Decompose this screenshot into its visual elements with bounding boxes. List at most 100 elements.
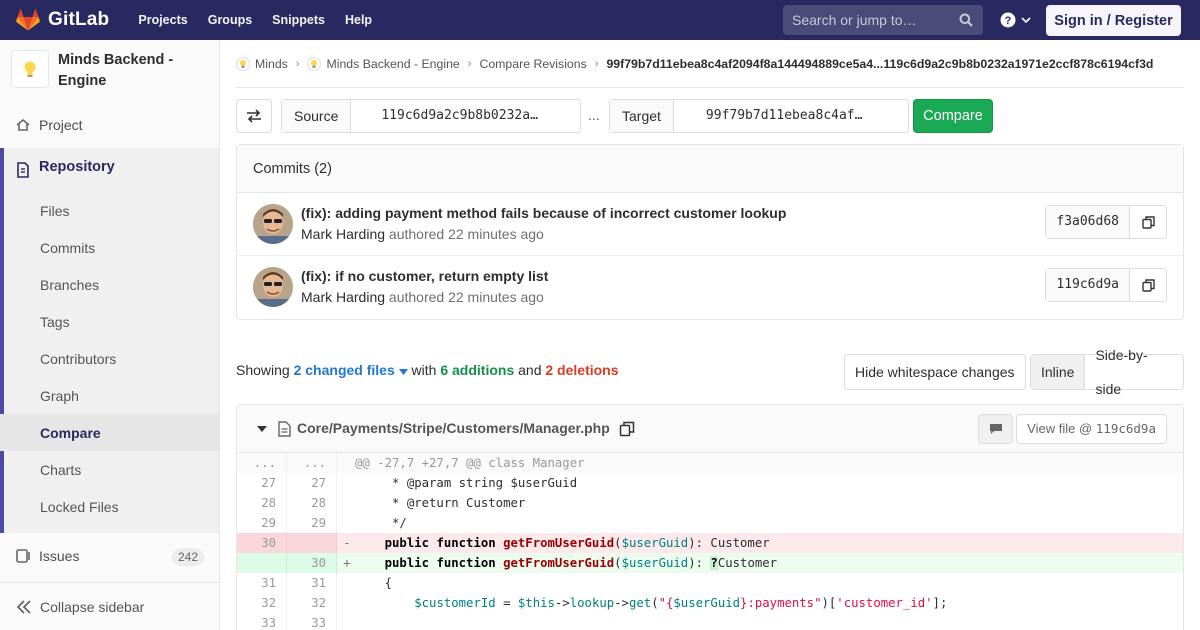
sign-in-button[interactable]: Sign in / Register [1046,5,1181,36]
source-ref-value: 119c6d9a2c9b8b0232a… [381,108,538,123]
changed-files-dropdown[interactable]: 2 changed files [294,362,408,378]
diff-sign: - [343,536,351,550]
diff-line: 28 28 * @return Customer [237,493,1183,513]
diff-line: 31 31 { [237,573,1183,593]
compare-form: Source 119c6d9a2c9b8b0232a… ... Target 9… [236,99,1184,133]
breadcrumb-separator: › [295,57,300,70]
old-line-number[interactable]: 28 [237,493,287,513]
sidebar-item-repository[interactable]: Repository [39,159,115,175]
sidebar-item-compare[interactable]: Compare [40,425,101,441]
deletions-count: 2 deletions [545,362,619,378]
swap-icon [247,109,261,123]
new-line-number[interactable]: 28 [287,493,337,513]
nav-help[interactable]: Help [335,0,382,40]
group-avatar [236,56,250,71]
old-line-number[interactable]: 31 [237,573,287,593]
breadcrumb-item-compare[interactable]: Compare Revisions [479,57,586,71]
inline-view-button[interactable]: Inline [1031,355,1086,389]
new-line-number[interactable]: 32 [287,593,337,613]
nav-projects[interactable]: Projects [128,0,197,40]
collapse-sidebar-button[interactable]: Collapse sidebar [0,582,219,630]
breadcrumb-label: Minds Backend - Engine [326,56,460,71]
diff-sign: + [343,556,351,570]
new-line-number[interactable]: 33 [287,613,337,630]
swap-revisions-button[interactable] [236,99,272,133]
commit-title-link[interactable]: (fix): adding payment method fails becau… [301,205,786,221]
old-line-number[interactable]: ... [237,453,287,473]
brand-name: GitLab [48,9,110,30]
view-file-button[interactable]: View file @ 119c6d9a [1016,414,1167,444]
project-header[interactable]: Minds Backend - Engine [0,40,219,102]
help-dropdown[interactable]: ? [1000,10,1034,30]
diff-sign [337,493,355,513]
old-line-number[interactable] [237,553,287,573]
compare-separator: ... [588,107,600,123]
tanuki-icon [16,9,40,31]
target-ref-selector[interactable]: Target 99f79b7d11ebea8c4af… [609,99,909,133]
commit-author: Mark Harding authored 22 minutes ago [301,289,544,305]
search-input[interactable] [792,12,952,28]
file-path-link[interactable]: Core/Payments/Stripe/Customers/Manager.p… [297,420,610,436]
commit-title-link[interactable]: (fix): if no customer, return empty list [301,268,548,284]
nav-links: Projects Groups Snippets Help [128,0,382,40]
gitlab-logo[interactable]: GitLab [16,0,109,40]
new-line-number[interactable]: 30 [287,553,337,573]
view-file-sha: 119c6d9a [1095,421,1156,436]
breadcrumb-item-minds[interactable]: Minds [236,56,288,71]
diff-line: 32 32 $customerId = $this->lookup->get("… [237,593,1183,613]
sidebar-item-project[interactable]: Project [0,106,219,143]
copy-sha-button[interactable] [1130,206,1166,238]
sidebar-item-branches[interactable]: Branches [40,277,99,293]
diff-sign [337,573,355,593]
collapse-file-toggle[interactable] [257,426,267,432]
old-line-number[interactable]: 33 [237,613,287,630]
breadcrumb-item-project[interactable]: Minds Backend - Engine [307,56,460,71]
diff-stats: Showing 2 changed files with 6 additions… [236,362,619,378]
sidebar-item-contributors[interactable]: Contributors [40,351,116,367]
old-line-number[interactable]: 29 [237,513,287,533]
commits-header: Commits (2) [237,145,1183,193]
sidebar-item-locked-files[interactable]: Locked Files [40,499,119,515]
new-line-number[interactable]: 31 [287,573,337,593]
commit-sha[interactable]: f3a06d68 [1046,206,1130,238]
copy-icon[interactable] [619,421,635,437]
sidebar-item-charts[interactable]: Charts [40,462,81,478]
diff-code: { [355,576,393,590]
stats-text: and [518,362,542,378]
issues-icon [16,548,30,563]
side-by-side-view-button[interactable]: Side-by-side [1085,338,1183,406]
diff-code: * @param string $userGuid [355,476,578,490]
new-line-number[interactable]: ... [287,453,337,473]
diff-code [355,613,1183,630]
breadcrumb-current[interactable]: 99f79b7d11ebea8c4af2094f8a144494889ce5a4… [606,57,1153,71]
old-line-number[interactable]: 32 [237,593,287,613]
sidebar-item-graph[interactable]: Graph [40,388,79,404]
source-ref-selector[interactable]: Source 119c6d9a2c9b8b0232a… [281,99,581,133]
diff-code-highlighted: public function getFromUserGuid($userGui… [384,536,770,550]
sidebar-item-files[interactable]: Files [40,203,70,219]
toggle-comments-button[interactable] [978,414,1013,444]
chevron-down-icon [1021,17,1031,24]
commit-sha[interactable]: 119c6d9a [1046,269,1130,301]
sidebar-item-label: Issues [39,547,80,564]
avatar[interactable] [253,204,293,244]
avatar[interactable] [253,267,293,307]
copy-sha-button[interactable] [1130,269,1166,301]
hide-whitespace-button[interactable]: Hide whitespace changes [844,354,1026,390]
nav-groups[interactable]: Groups [198,0,262,40]
author-link[interactable]: Mark Harding [301,289,385,305]
nav-snippets[interactable]: Snippets [262,0,335,40]
compare-button[interactable]: Compare [913,99,993,133]
sidebar-item-commits[interactable]: Commits [40,240,95,256]
commit-sha-group: 119c6d9a [1045,268,1167,302]
lightbulb-icon [24,61,36,77]
author-link[interactable]: Mark Harding [301,226,385,242]
new-line-number[interactable] [287,533,337,553]
target-ref-value: 99f79b7d11ebea8c4af… [705,108,863,123]
old-line-number[interactable]: 27 [237,473,287,493]
old-line-number[interactable]: 30 [237,533,287,553]
sidebar-item-tags[interactable]: Tags [40,314,70,330]
new-line-number[interactable]: 27 [287,473,337,493]
copy-icon [1141,278,1155,292]
new-line-number[interactable]: 29 [287,513,337,533]
